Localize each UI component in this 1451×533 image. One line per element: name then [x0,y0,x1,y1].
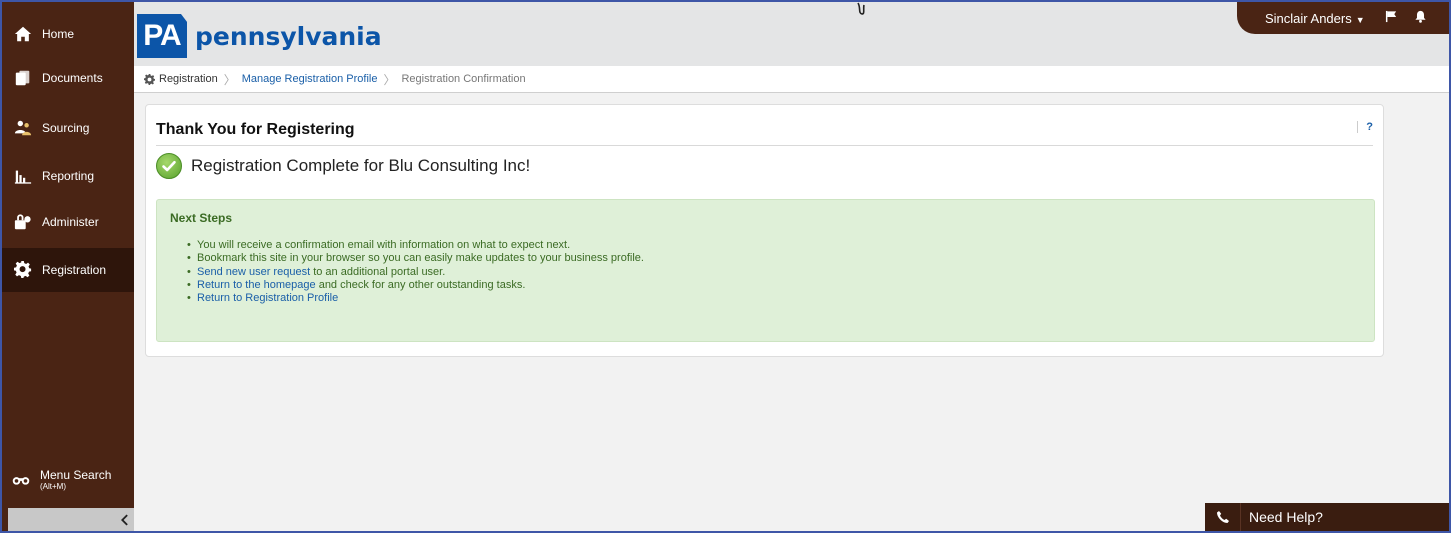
list-item: Return to the homepage and check for any… [187,278,644,291]
breadcrumb-registration-confirmation: Registration Confirmation [401,73,526,85]
need-help-label: Need Help? [1249,509,1323,525]
home-icon [13,24,33,44]
phone-icon [1205,503,1241,531]
logo-mark: PA [137,14,187,58]
flag-icon[interactable] [1385,10,1398,26]
sidebar-item-label: Registration [42,263,107,277]
sidebar-item-home[interactable]: Home [2,12,134,56]
list-item: Bookmark this site in your browser so yo… [187,252,644,265]
menu-search-label: Menu Search [40,467,112,482]
sidebar-item-label: Sourcing [42,121,90,135]
sidebar-item-label: Reporting [42,169,95,183]
sidebar: Home Documents Sourcing Reporting Admini… [2,2,134,531]
next-step-text: and check for any other outstanding task… [315,278,526,291]
app-window: Home Documents Sourcing Reporting Admini… [0,0,1451,533]
sidebar-item-reporting[interactable]: Reporting [2,154,134,198]
user-name: Sinclair Anders [1265,10,1352,26]
need-help-button[interactable]: Need Help? [1205,503,1449,531]
logo-word: pennsylvania [195,21,382,51]
chevron-right-icon: 〉 [223,72,236,87]
next-step-text: You will receive a confirmation email wi… [197,239,571,251]
next-step-text: Bookmark this site in your browser so yo… [197,252,644,265]
menu-search-text: Menu Search (Alt+M) [40,467,112,492]
chevron-left-icon [121,514,128,525]
sourcing-icon [13,118,33,138]
breadcrumb-registration[interactable]: Registration [159,73,218,85]
reporting-icon [13,166,33,186]
gear-icon [13,260,33,280]
next-steps-list: You will receive a confirmation email wi… [187,239,644,305]
divider [156,145,1373,146]
chevron-right-icon: 〉 [383,72,396,87]
breadcrumb-manage-registration-profile[interactable]: Manage Registration Profile [242,73,378,85]
completion-message: Registration Complete for Blu Consulting… [156,153,530,179]
page-title: Thank You for Registering [156,121,355,138]
caret-down-icon: ▼ [1355,14,1365,25]
sidebar-item-registration[interactable]: Registration [2,248,134,292]
pa-logo[interactable]: PA pennsylvania [137,10,382,62]
cursor-scribble-icon [857,2,865,15]
bell-icon[interactable] [1414,10,1427,26]
next-steps-panel: Next Steps You will receive a confirmati… [156,199,1375,342]
return-to-homepage-link[interactable]: Return to the homepage [197,279,316,291]
header: PA pennsylvania Sinclair Anders ▼ [134,2,1449,66]
list-item: Send new user request to an additional p… [187,265,644,278]
help-link[interactable]: ? [1357,121,1373,133]
sidebar-item-label: Home [42,27,75,41]
list-item: Return to Registration Profile [187,292,644,304]
sidebar-item-administer[interactable]: Administer [2,200,134,244]
sidebar-item-label: Documents [42,71,103,85]
check-circle-icon [156,153,182,179]
completion-text: Registration Complete for Blu Consulting… [191,156,531,175]
binoculars-icon [12,474,32,486]
menu-search-button[interactable]: Menu Search (Alt+M) [2,458,134,502]
return-to-registration-profile-link[interactable]: Return to Registration Profile [197,292,338,304]
send-new-user-request-link[interactable]: Send new user request [197,266,310,278]
documents-icon [13,68,33,88]
next-steps-title: Next Steps [170,211,233,225]
breadcrumb: Registration 〉 Manage Registration Profi… [134,66,1449,93]
confirmation-card: Thank You for Registering ? Registration… [145,104,1384,357]
administer-icon [13,212,33,232]
sidebar-item-documents[interactable]: Documents [2,56,134,100]
user-bar: Sinclair Anders ▼ [1237,2,1449,34]
sidebar-item-label: Administer [42,215,99,229]
next-step-text: to an additional portal user. [310,265,446,278]
list-item: You will receive a confirmation email wi… [187,239,644,251]
user-menu[interactable]: Sinclair Anders ▼ [1265,11,1365,26]
gear-icon [144,73,159,85]
menu-search-hint: (Alt+M) [40,481,66,491]
sidebar-item-sourcing[interactable]: Sourcing [2,106,134,150]
collapse-sidebar-button[interactable] [8,508,134,531]
